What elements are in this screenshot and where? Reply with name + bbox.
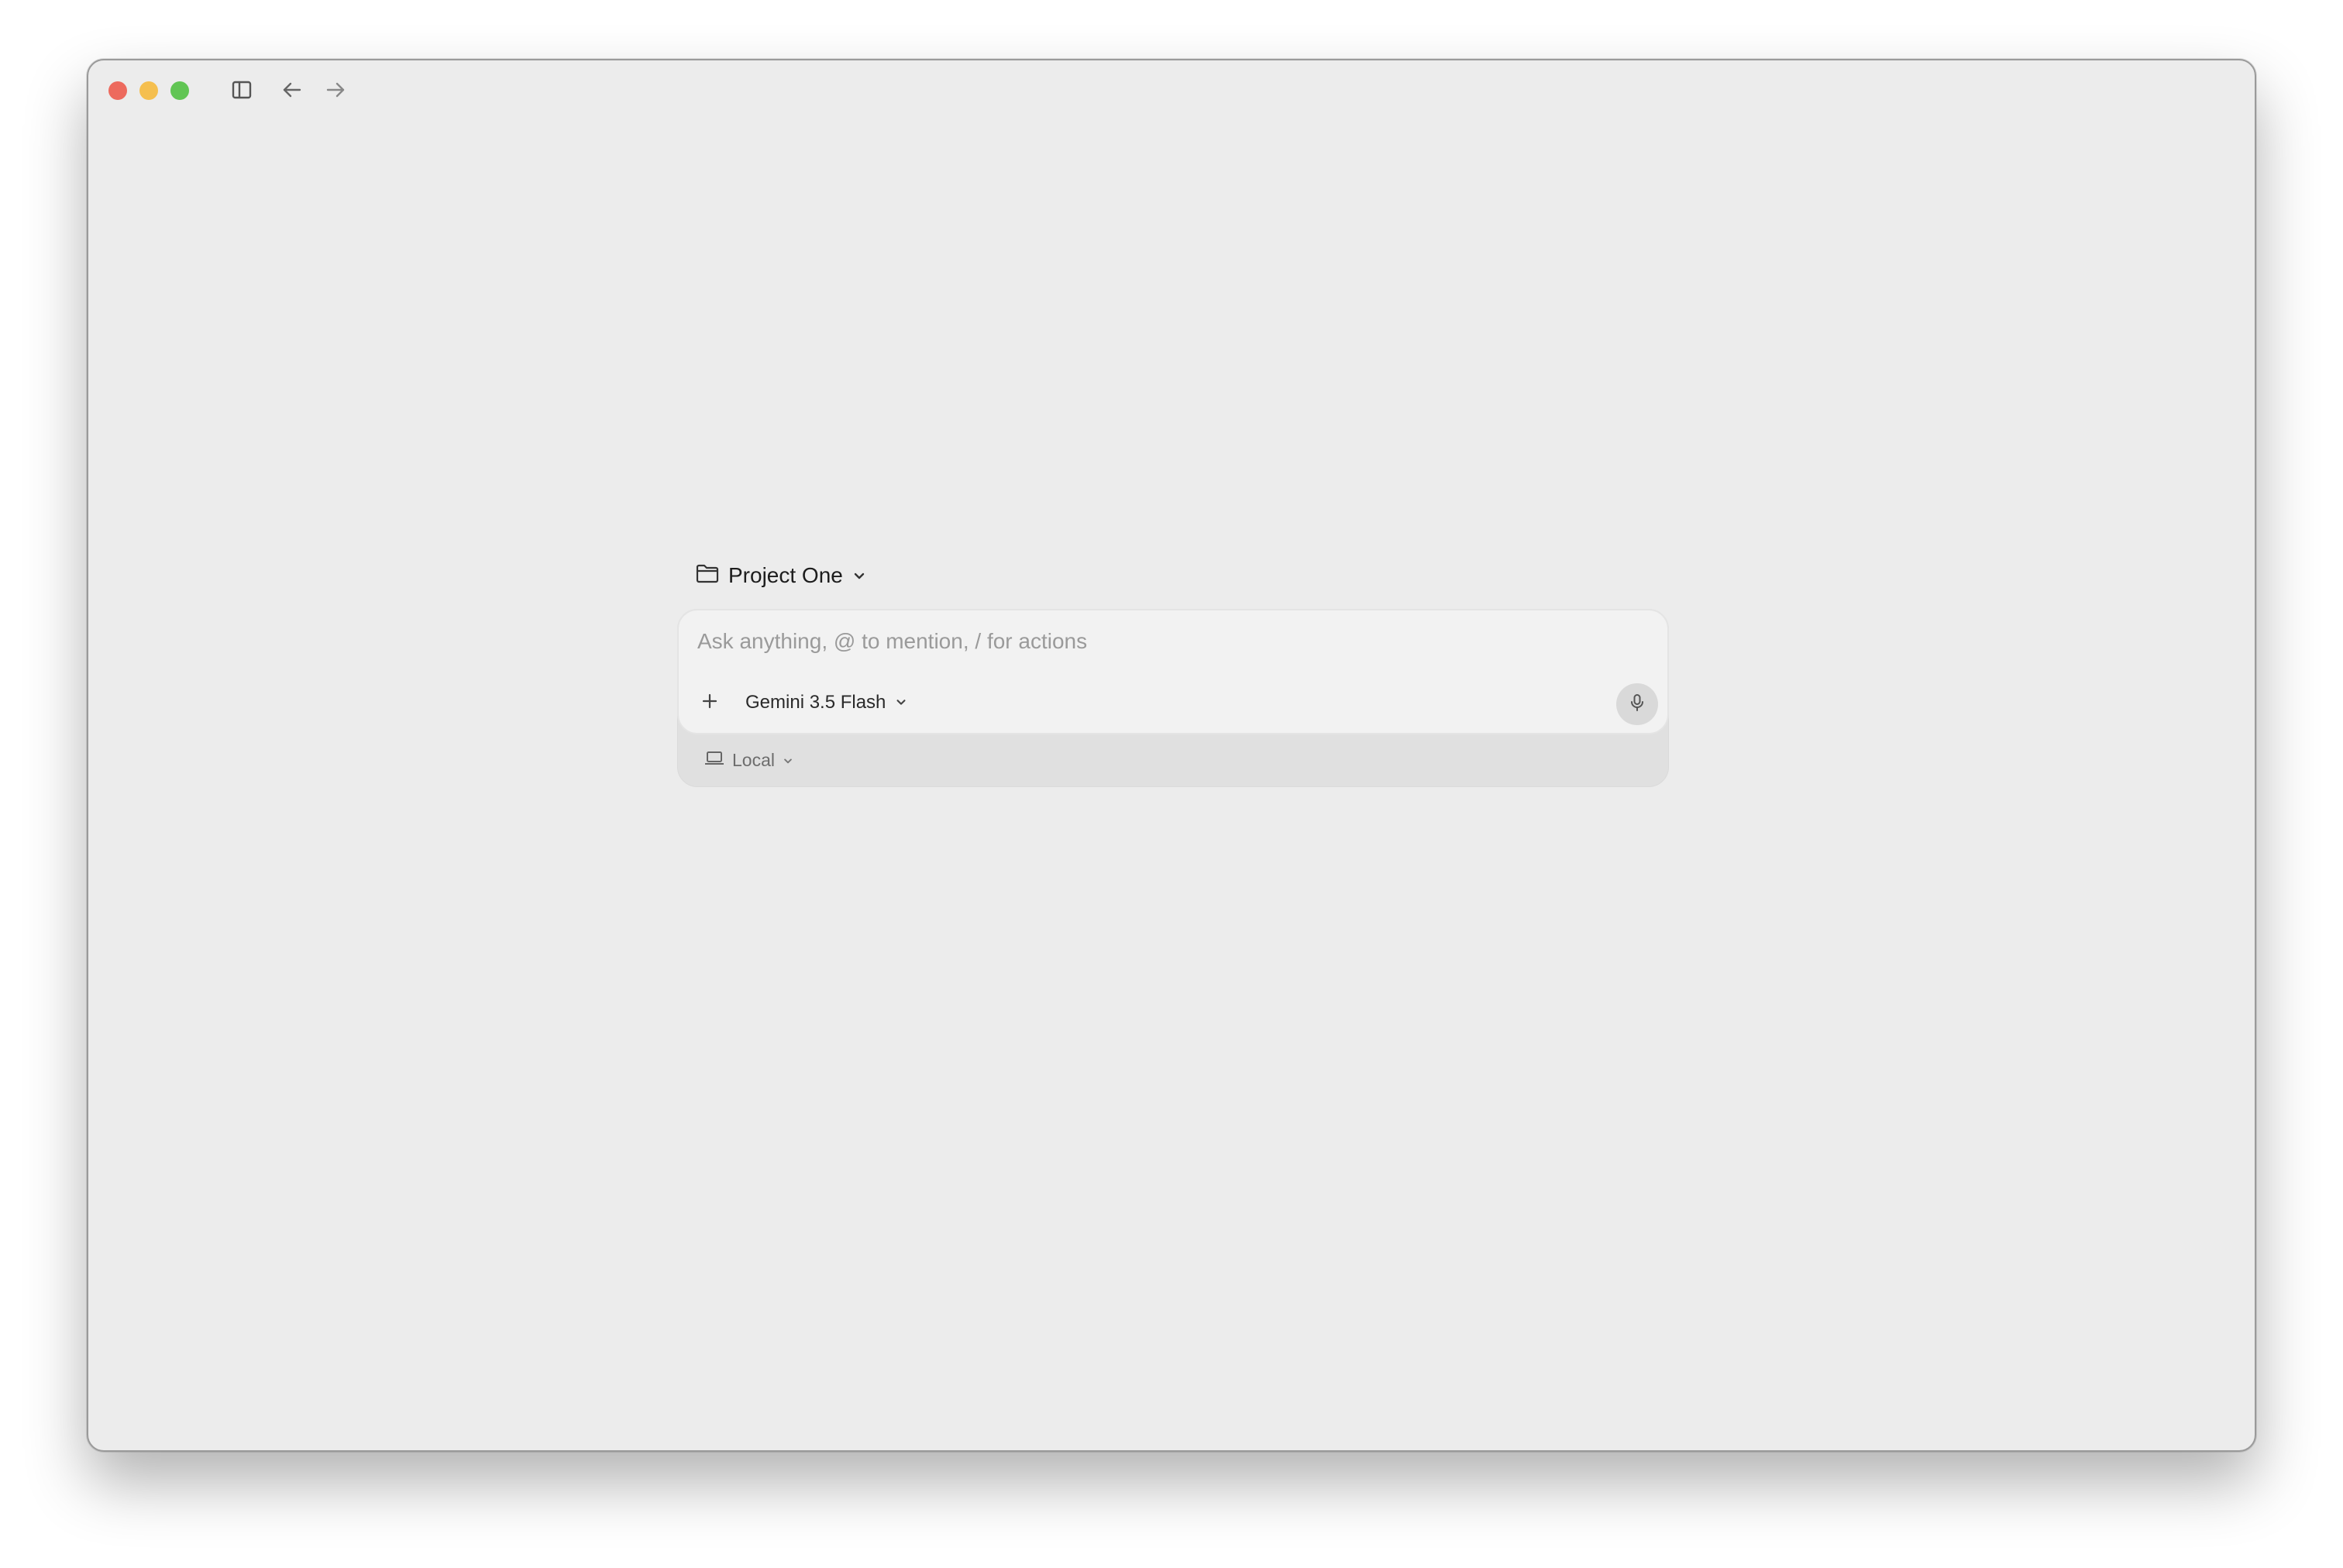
sidebar-toggle-button[interactable]	[226, 76, 257, 107]
plus-icon	[701, 693, 718, 714]
model-name: Gemini 3.5 Flash	[745, 692, 886, 713]
prompt-input[interactable]	[697, 629, 1627, 654]
sidebar-toggle-icon	[231, 79, 253, 105]
back-arrow-icon	[281, 79, 303, 105]
laptop-icon	[704, 750, 724, 771]
environment-label: Local	[732, 749, 775, 770]
folder-icon	[696, 563, 719, 589]
project-name: Project One	[728, 563, 843, 587]
project-selector[interactable]: Project One	[696, 556, 866, 595]
chevron-down-icon	[783, 750, 793, 771]
forward-button[interactable]	[320, 76, 351, 107]
composer-input-area: Gemini 3.5 Flash	[677, 609, 1669, 734]
back-button[interactable]	[277, 76, 308, 107]
microphone-icon	[1629, 693, 1646, 717]
forward-arrow-icon	[325, 79, 346, 105]
window-minimize-button[interactable]	[139, 81, 158, 100]
app-window: Project One Gemini 3.5 Flash	[87, 59, 2256, 1452]
chevron-down-icon	[895, 692, 907, 714]
window-close-button[interactable]	[108, 81, 127, 100]
microphone-button[interactable]	[1616, 683, 1658, 725]
window-maximize-button[interactable]	[170, 81, 189, 100]
chevron-down-icon	[852, 563, 866, 588]
composer: Gemini 3.5 Flash	[677, 609, 1669, 787]
model-selector[interactable]: Gemini 3.5 Flash	[745, 687, 907, 718]
environment-selector[interactable]: Local	[704, 746, 793, 774]
add-attachment-button[interactable]	[694, 687, 725, 718]
